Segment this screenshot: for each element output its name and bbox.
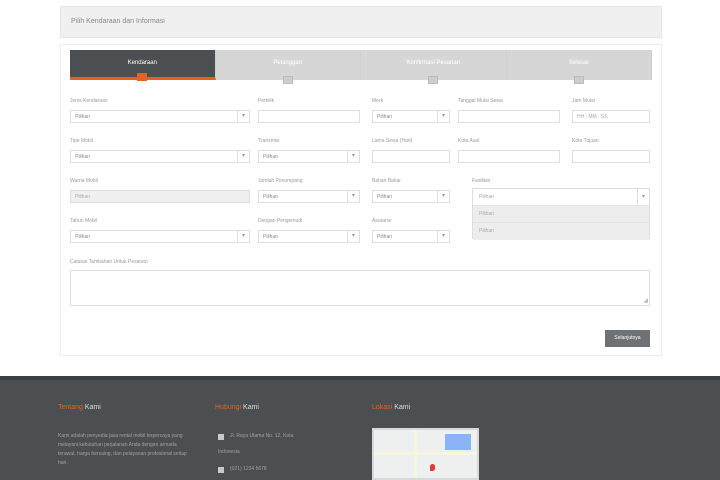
map-marker-icon [218, 434, 224, 440]
destination-city-input[interactable] [572, 150, 650, 163]
select-value: Pilihan [377, 114, 393, 120]
heading-accent: Hubungi [215, 404, 242, 411]
step-tab-kendaraan[interactable]: Kendaraan [70, 50, 216, 81]
notes-label: Catatan Tambahan Untuk Pesanan [70, 259, 148, 265]
start-time-input[interactable]: HH : MM : SS [572, 110, 650, 123]
chevron-down-icon: ▾ [237, 111, 249, 122]
step-indicator-icon [282, 76, 293, 84]
start-date-input[interactable] [458, 110, 560, 123]
insurance-select[interactable]: Pilihan ▾ [372, 230, 450, 243]
step-active-indicator-icon [137, 73, 148, 81]
origin-city-input[interactable] [458, 150, 560, 163]
start-time-label: Jam Mulai [572, 98, 595, 104]
driver-select[interactable]: Pilihan ▾ [258, 230, 360, 243]
heading-rest: Kami [394, 404, 411, 411]
origin-city-label: Kota Asal [458, 138, 480, 144]
heading-rest: Kami [243, 404, 259, 411]
vehicle-type-label: Jenis Kendaraan [70, 98, 108, 104]
owner-input[interactable] [258, 110, 360, 123]
transmission-label: Transmisi [258, 138, 280, 144]
rental-days-label: Lama Sewa (Hari) [372, 138, 413, 144]
notes-textarea[interactable]: ◢ [70, 270, 650, 306]
select-value: Pilihan [479, 194, 495, 200]
select-value: Pilihan [263, 234, 279, 240]
select-value: Pilihan [263, 154, 279, 160]
list-item[interactable]: Pilihan [473, 206, 649, 223]
footer-address: Jl. Raya Utama No. 12, Kota [230, 433, 294, 439]
fuel-label: Bahan Bakar [372, 178, 401, 184]
select-value: Pilihan [377, 194, 393, 200]
map-road [414, 430, 417, 478]
car-year-label: Tahun Mobil [70, 218, 97, 224]
driver-label: Dengan Pengemudi [258, 218, 303, 224]
owner-label: Pemilik [258, 98, 275, 104]
car-type-label: Tipe Mobil [70, 138, 93, 144]
chevron-down-icon: ▾ [237, 231, 249, 242]
brand-label: Merk [372, 98, 384, 104]
step-label: Selesai [568, 60, 589, 66]
step-label: Kendaraan [127, 60, 157, 66]
facilities-label: Fasilitas [472, 178, 491, 184]
passengers-select[interactable]: Pilihan ▾ [258, 190, 360, 203]
chevron-down-icon: ▾ [347, 191, 359, 202]
footer-location-heading: Lokasi Kami [372, 404, 410, 411]
map-pin-icon [430, 464, 435, 471]
step-tab-pelanggan[interactable]: Pelanggan [215, 50, 361, 84]
footer-phone[interactable]: (021) 1234 5678 [230, 465, 340, 474]
car-type-select[interactable]: Pilihan ▾ [70, 150, 250, 163]
step-label: Konfirmasi Pesanan [406, 60, 461, 66]
select-value: Pilihan [377, 234, 393, 240]
car-year-select[interactable]: Pilihan ▾ [70, 230, 250, 243]
chevron-down-icon: ▾ [237, 151, 249, 162]
footer-contact-heading: Hubungi Kami [215, 404, 259, 411]
page-title: Pilih Kendaraan dan Informasi [71, 18, 165, 25]
destination-city-label: Kota Tujuan [572, 138, 599, 144]
select-value: Pilihan [75, 234, 91, 240]
list-item[interactable]: Pilihan [473, 223, 649, 240]
phone-icon [218, 467, 224, 473]
footer-about-heading: Tentang Kami [58, 404, 101, 411]
rental-days-input[interactable] [372, 150, 450, 163]
step-tabs: Kendaraan Pelanggan Konfirmasi Pesanan S… [70, 50, 652, 84]
step-indicator-icon [573, 76, 584, 84]
step-indicator-icon [428, 76, 439, 84]
step-tab-selesai[interactable]: Selesai [506, 50, 652, 84]
heading-rest: Kami [84, 404, 101, 411]
start-date-label: Tanggal Mulai Sewa [458, 98, 503, 104]
select-value: Pilihan [75, 154, 91, 160]
chevron-down-icon: ▾ [637, 189, 649, 205]
heading-accent: Tentang [58, 404, 83, 411]
map-water [445, 434, 471, 450]
step-label: Pelanggan [273, 60, 303, 66]
resize-grip-icon[interactable]: ◢ [643, 297, 648, 304]
footer-address-line2: Indonesia [218, 449, 240, 455]
heading-accent: Lokasi [372, 404, 393, 411]
chevron-down-icon: ▾ [437, 191, 449, 202]
chevron-down-icon: ▾ [437, 231, 449, 242]
insurance-label: Asuransi [372, 218, 392, 224]
chevron-down-icon: ▾ [437, 111, 449, 122]
chevron-down-icon: ▾ [347, 151, 359, 162]
chevron-down-icon: ▾ [347, 231, 359, 242]
footer-about-text: Kami adalah penyedia jasa rental mobil t… [58, 433, 187, 466]
facilities-list[interactable]: Pilihan ▾ Pilihan Pilihan [472, 188, 650, 240]
car-color-label: Warna Mobil [70, 178, 98, 184]
select-value: Pilihan [75, 114, 91, 120]
passengers-label: Jumlah Penumpang [258, 178, 303, 184]
transmission-select[interactable]: Pilihan ▾ [258, 150, 360, 163]
step-tab-konfirmasi[interactable]: Konfirmasi Pesanan [361, 50, 507, 84]
fuel-select[interactable]: Pilihan ▾ [372, 190, 450, 203]
brand-select[interactable]: Pilihan ▾ [372, 110, 450, 123]
map-road [374, 452, 477, 455]
location-map[interactable] [372, 428, 479, 480]
vehicle-type-select[interactable]: Pilihan ▾ [70, 110, 250, 123]
facilities-select[interactable]: Pilihan ▾ [473, 189, 649, 206]
car-color-input[interactable]: Pilihan [70, 190, 250, 203]
page-header: Pilih Kendaraan dan Informasi [60, 6, 662, 38]
next-button[interactable]: Selanjutnya [605, 330, 650, 347]
select-value: Pilihan [263, 194, 279, 200]
